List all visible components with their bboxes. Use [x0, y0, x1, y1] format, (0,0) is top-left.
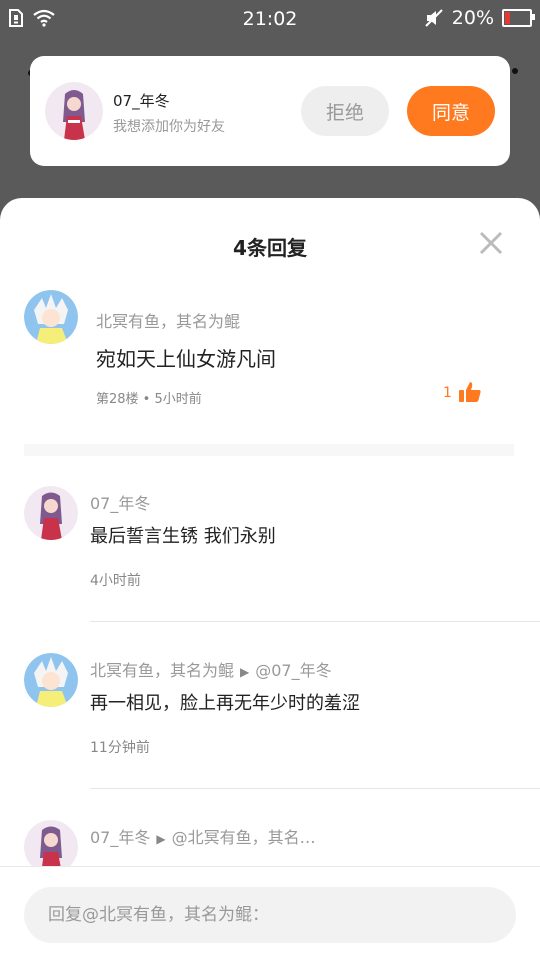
request-message: 我想添加你为好友 [113, 119, 225, 135]
like-count: 1 [443, 385, 452, 401]
comment-meta: 第28楼 • 5小时前 [96, 392, 202, 407]
reply-arrow-icon: ▶ [240, 665, 250, 679]
reply-target[interactable]: @北冥有鱼，其名… [172, 828, 316, 847]
reply-input[interactable] [24, 887, 516, 943]
battery-percent: 20% [451, 7, 494, 29]
reply-divider [90, 788, 540, 789]
battery-icon [502, 9, 535, 27]
reply-author[interactable]: 07_年冬 ▶ @北冥有鱼，其名… [90, 824, 316, 848]
avatar[interactable] [24, 486, 78, 540]
replies-sheet: 4条回复 北冥有鱼，其名为鲲 宛如天上仙女游凡间 第28楼 • 5小时前 1 0… [0, 198, 540, 960]
sheet-title: 4条回复 [233, 236, 307, 260]
avatar [45, 82, 103, 140]
reply-author-name[interactable]: 北冥有鱼，其名为鲲 [90, 661, 234, 680]
accept-button[interactable]: 同意 [407, 86, 495, 136]
friend-request-card: 07_年冬 我想添加你为好友 拒绝 同意 [30, 56, 510, 166]
reply-target[interactable]: @07_年冬 [255, 661, 331, 680]
reply-author[interactable]: 北冥有鱼，其名为鲲 ▶ @07_年冬 [90, 657, 332, 681]
reply-author-name[interactable]: 07_年冬 [90, 494, 150, 513]
reply-bar [0, 866, 540, 960]
battery-fill [505, 12, 511, 24]
background-dot [512, 68, 518, 74]
reply-time: 11分钟前 [90, 740, 150, 756]
avatar[interactable] [24, 290, 78, 344]
thumbs-up-icon[interactable] [458, 381, 482, 403]
section-divider [24, 444, 514, 456]
reply-author-name[interactable]: 07_年冬 [90, 828, 150, 847]
status-bar: 21:02 20% [0, 0, 540, 40]
reply-divider [90, 621, 540, 622]
requester-name: 07_年冬 [113, 92, 170, 110]
close-icon[interactable] [478, 230, 504, 256]
reply-arrow-icon: ▶ [156, 832, 166, 846]
reply-content: 再一相见，脸上再无年少时的羞涩 [90, 693, 360, 714]
avatar[interactable] [24, 653, 78, 707]
reject-button[interactable]: 拒绝 [301, 86, 389, 136]
comment-author[interactable]: 北冥有鱼，其名为鲲 [96, 308, 240, 332]
reply-author[interactable]: 07_年冬 [90, 490, 150, 514]
status-bar-right: 20% [424, 7, 535, 29]
reply-content: 最后誓言生锈 我们永别 [90, 526, 276, 547]
reply-time: 4小时前 [90, 573, 141, 589]
mute-icon [425, 9, 443, 27]
comment-content: 宛如天上仙女游凡间 [96, 347, 276, 371]
